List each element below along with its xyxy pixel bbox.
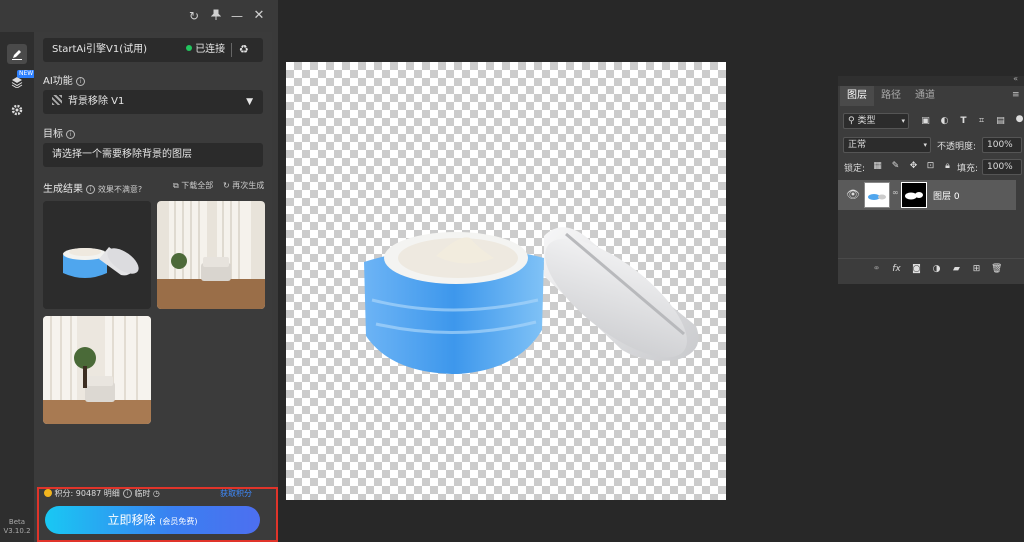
feedback-link[interactable]: 效果不满意?: [98, 185, 142, 194]
edit-icon[interactable]: [7, 44, 27, 64]
ai-function-heading: AI功能 i: [43, 72, 85, 87]
smart-object-filter-icon[interactable]: ▤: [995, 116, 1006, 127]
status-text: 已连接: [195, 44, 226, 55]
collapse-icon[interactable]: «: [1013, 74, 1018, 83]
fx-icon[interactable]: fx: [891, 264, 902, 275]
target-value: 请选择一个需要移除背景的图层: [52, 149, 192, 160]
pin-icon[interactable]: [208, 8, 224, 24]
visibility-eye-icon[interactable]: 👁︎: [846, 188, 860, 201]
shape-filter-icon[interactable]: ⌗: [976, 116, 987, 127]
adjustment-layer-icon[interactable]: ◑: [931, 264, 942, 275]
chevron-down-icon: ▾: [901, 117, 905, 125]
blend-mode-select[interactable]: 正常 ▾: [843, 137, 931, 153]
chevron-down-icon[interactable]: ▼: [246, 90, 253, 114]
engine-label: StartAi引擎V1(试用): [52, 44, 148, 55]
opacity-field[interactable]: 100%: [982, 137, 1022, 153]
fill-value: 100%: [987, 162, 1013, 172]
opacity-value: 100%: [987, 140, 1013, 150]
pattern-icon: [52, 95, 62, 105]
layer-thumbnail[interactable]: [864, 182, 890, 208]
results-heading: 生成结果 i 效果不满意? ⧉ 下载全部 ↻ 再次生成: [43, 180, 268, 195]
result-thumb-jar[interactable]: [43, 201, 151, 309]
fill-field[interactable]: 100%: [982, 159, 1022, 175]
regenerate-button[interactable]: ↻ 再次生成: [223, 180, 264, 191]
new-group-icon[interactable]: ▰: [951, 264, 962, 275]
regenerate-label: 再次生成: [232, 181, 265, 190]
layer-name[interactable]: 图层 0: [933, 189, 960, 202]
lock-transparent-icon[interactable]: ▦: [872, 161, 883, 172]
plugin-main: StartAi引擎V1(试用) 已连接 ♻ AI功能 i 背景移除 V1 ▼ 目标…: [34, 32, 272, 542]
result-thumb-room-2[interactable]: [43, 316, 151, 424]
panel-menu-icon[interactable]: ≡: [1012, 90, 1020, 100]
delete-icon[interactable]: 🗑︎: [991, 264, 1002, 275]
new-badge: NEW: [17, 70, 36, 78]
engine-selector[interactable]: StartAi引擎V1(试用) 已连接 ♻: [43, 38, 263, 62]
layer-mask-thumbnail[interactable]: [901, 182, 927, 208]
adjustment-filter-icon[interactable]: ◐: [939, 116, 950, 127]
chevron-down-icon: ▾: [923, 141, 927, 149]
settings-gear-icon[interactable]: [7, 100, 27, 120]
version-info: Beta V3.10.2: [0, 518, 34, 536]
document-canvas[interactable]: [286, 62, 726, 500]
beta-label: Beta: [8, 518, 26, 526]
link-layers-icon[interactable]: ⚭: [871, 264, 882, 275]
target-label: 目标: [43, 129, 63, 140]
filter-kind-select[interactable]: ⚲ 类型 ▾: [843, 113, 909, 129]
minimize-icon[interactable]: —: [229, 8, 245, 24]
mask-link-icon[interactable]: ∞: [892, 188, 899, 197]
ai-function-value: 背景移除 V1: [68, 96, 125, 107]
recycle-icon[interactable]: ♻: [239, 38, 249, 62]
layers-panel-header: «: [838, 74, 1024, 86]
plugin-sidebar: [0, 32, 34, 542]
ai-function-label: AI功能: [43, 76, 73, 87]
lock-artboard-icon[interactable]: ⊡: [925, 161, 936, 172]
tab-channels[interactable]: 通道: [908, 86, 942, 106]
layer-row[interactable]: 👁︎ ∞ 图层 0: [838, 180, 1016, 210]
refresh-icon[interactable]: ↻: [186, 8, 202, 24]
refresh-icon: ↻: [223, 181, 233, 190]
divider: [231, 43, 232, 57]
target-field[interactable]: 请选择一个需要移除背景的图层: [43, 143, 263, 167]
highlight-box: [37, 487, 278, 542]
result-thumb-room-1[interactable]: [157, 201, 265, 309]
status: 已连接: [186, 38, 225, 62]
lock-image-icon[interactable]: ✎: [890, 161, 901, 172]
version-label: V3.10.2: [3, 527, 31, 535]
search-icon: ⚲: [848, 116, 855, 126]
pixel-filter-icon[interactable]: ▣: [920, 116, 931, 127]
opacity-label: 不透明度:: [937, 142, 977, 152]
info-icon[interactable]: i: [86, 185, 95, 194]
new-layer-icon[interactable]: ⊞: [971, 264, 982, 275]
tab-paths[interactable]: 路径: [874, 86, 908, 106]
filter-kind-label: 类型: [857, 116, 876, 126]
product-image: [364, 227, 699, 374]
results-label: 生成结果: [43, 184, 83, 195]
type-filter-icon[interactable]: T: [958, 116, 969, 127]
tab-layers[interactable]: 图层: [840, 86, 874, 106]
ai-function-select[interactable]: 背景移除 V1 ▼: [43, 90, 263, 114]
lock-all-icon[interactable]: 🔒︎: [942, 161, 953, 172]
info-icon[interactable]: i: [75, 77, 85, 86]
lock-position-icon[interactable]: ✥: [908, 161, 919, 172]
plugin-titlebar: ↻ — ✕: [0, 0, 278, 32]
filter-toggle-icon[interactable]: ●: [1014, 114, 1024, 125]
status-dot-icon: [186, 45, 192, 51]
download-all-label: 下载全部: [181, 181, 214, 190]
download-all-button[interactable]: ⧉ 下载全部: [173, 180, 213, 191]
add-mask-icon[interactable]: ◙: [911, 264, 922, 275]
lock-label: 锁定:: [844, 164, 866, 174]
info-icon[interactable]: i: [66, 130, 75, 139]
target-heading: 目标 i: [43, 125, 75, 140]
fill-label: 填充:: [957, 164, 979, 174]
close-icon[interactable]: ✕: [251, 8, 267, 24]
blend-mode-label: 正常: [848, 140, 867, 150]
layers-bottom-toolbar: ⚭ fx ◙ ◑ ▰ ⊞ 🗑︎: [838, 258, 1024, 280]
